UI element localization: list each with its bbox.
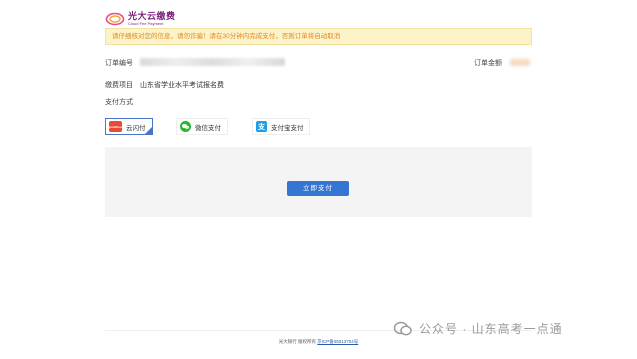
warning-notice: 请仔细核对您的信息，请勿诈骗！请在30分钟内完成支付，否则订单将自动取消 bbox=[105, 28, 532, 45]
wechat-official-account-icon bbox=[393, 321, 413, 337]
unionpay-quickpass-icon: QuickPass bbox=[108, 121, 123, 132]
pay-option-alipay[interactable]: 支 支付宝支付 bbox=[252, 118, 310, 135]
logo-title: 光大云缴费 bbox=[128, 11, 176, 21]
pay-now-button[interactable]: 立即支付 bbox=[287, 181, 349, 196]
payment-panel: 立即支付 bbox=[105, 147, 532, 217]
wechat-pay-icon bbox=[180, 121, 191, 132]
footer: 光大银行 版权所有 京ICP备05013704号 bbox=[0, 339, 637, 345]
watermark-text: 公众号 · 山东高考一点通 bbox=[419, 322, 563, 336]
footer-copyright: 光大银行 版权所有 bbox=[278, 339, 316, 344]
payment-method-label: 支付方式 bbox=[105, 99, 133, 106]
order-number-label: 订单编号 bbox=[105, 60, 133, 67]
pay-option-label: 云闪付 bbox=[126, 124, 146, 132]
logo-subtitle: Cloud Fee Payment bbox=[128, 21, 164, 26]
fee-item-value: 山东省学业水平考试报名费 bbox=[140, 82, 224, 89]
icp-link[interactable]: 京ICP备05013704号 bbox=[317, 339, 358, 344]
wechat-watermark: 公众号 · 山东高考一点通 bbox=[393, 320, 563, 337]
order-amount-value-redacted bbox=[510, 59, 530, 66]
alipay-icon: 支 bbox=[256, 121, 267, 132]
pay-option-label: 支付宝支付 bbox=[271, 124, 304, 132]
order-amount-label: 订单金额 bbox=[474, 60, 502, 67]
order-number-value-redacted bbox=[140, 58, 285, 66]
pay-option-wechat[interactable]: 微信支付 bbox=[176, 118, 228, 135]
fee-item-label: 缴费项目 bbox=[105, 82, 133, 89]
brand-header: 光大云缴费 Cloud Fee Payment bbox=[105, 8, 176, 30]
selected-check-icon bbox=[145, 127, 152, 134]
pay-option-label: 微信支付 bbox=[195, 124, 221, 132]
pay-option-unionpay[interactable]: QuickPass 云闪付 bbox=[105, 118, 153, 135]
logo-icon bbox=[105, 12, 125, 26]
